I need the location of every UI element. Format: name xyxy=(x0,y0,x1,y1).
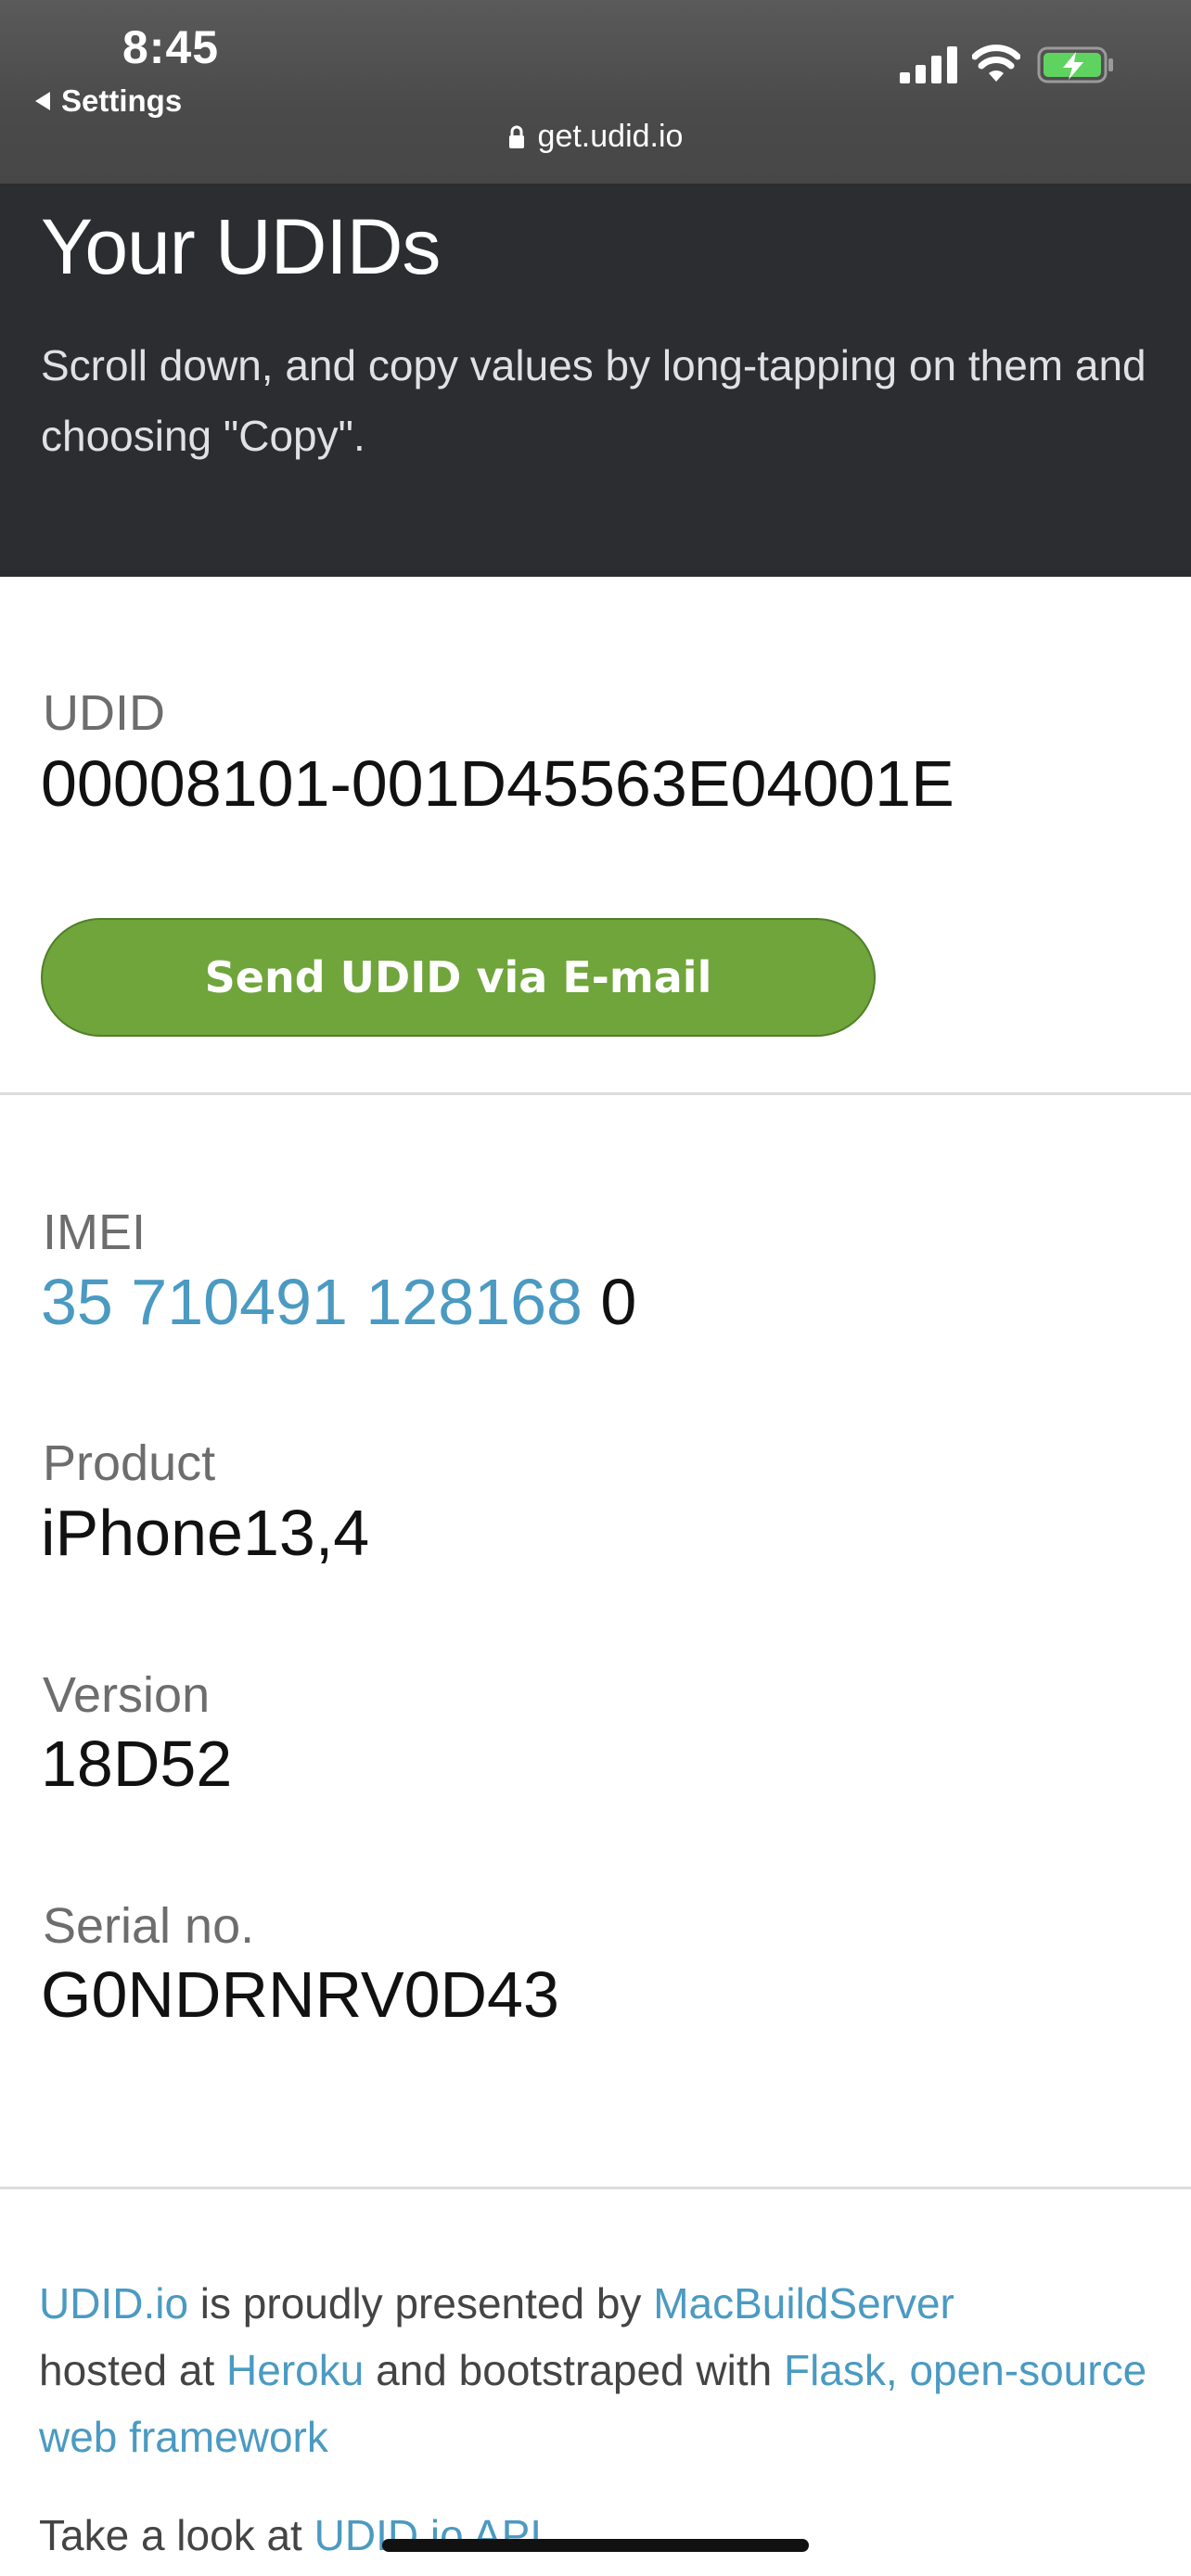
url-text: get.udid.io xyxy=(537,119,684,154)
status-time: 8:45 xyxy=(122,21,220,73)
address-bar[interactable]: get.udid.io xyxy=(0,119,1191,155)
imei-check-digit: 0 xyxy=(600,1266,637,1338)
product-value[interactable]: iPhone13,4 xyxy=(41,1496,369,1570)
footer-divider xyxy=(0,2187,1191,2189)
version-label: Version xyxy=(43,1667,211,1723)
serial-label: Serial no. xyxy=(43,1898,255,1954)
serial-value[interactable]: G0NDRNRV0D43 xyxy=(41,1958,559,2032)
battery-charging-icon xyxy=(1037,46,1113,83)
udid-io-api-link[interactable]: UDID.io API xyxy=(314,2511,542,2559)
cellular-signal-icon xyxy=(900,46,957,83)
back-to-settings-link[interactable]: Settings xyxy=(35,83,182,119)
wifi-icon xyxy=(972,45,1020,82)
udid-io-link[interactable]: UDID.io xyxy=(39,2279,188,2327)
footer-api-line: Take a look at UDID.io API xyxy=(39,2502,1152,2569)
footer-api-text: Take a look at xyxy=(39,2511,314,2559)
imei-value: 35 710491 128168 0 xyxy=(41,1265,636,1339)
status-bar: 8:45 Settings get.udid.io xyxy=(0,0,1191,184)
udid-value[interactable]: 00008101-001D45563E04001E xyxy=(41,746,954,821)
footer-bootstraped-text: and bootstraped with xyxy=(364,2346,784,2394)
imei-phone-link[interactable]: 35 710491 128168 xyxy=(41,1266,583,1338)
back-arrow-icon xyxy=(35,92,50,110)
page-subtitle: Scroll down, and copy values by long-tap… xyxy=(41,341,1146,460)
back-link-label: Settings xyxy=(61,83,183,118)
footer: UDID.io is proudly presented by MacBuild… xyxy=(39,2270,1152,2569)
product-label: Product xyxy=(43,1435,216,1491)
send-udid-email-button[interactable]: Send UDID via E-mail xyxy=(41,918,876,1037)
home-indicator xyxy=(382,2539,809,2552)
page-title: Your UDIDs xyxy=(41,203,441,290)
udid-label: UDID xyxy=(43,685,165,741)
heroku-link[interactable]: Heroku xyxy=(226,2346,364,2394)
lock-icon xyxy=(508,125,524,148)
section-divider xyxy=(0,1092,1191,1095)
footer-credits: UDID.io is proudly presented by MacBuild… xyxy=(39,2270,1152,2470)
imei-label: IMEI xyxy=(43,1205,147,1260)
footer-presented-text: is proudly presented by xyxy=(188,2279,654,2327)
footer-hosted-text: hosted at xyxy=(39,2346,227,2394)
version-value[interactable]: 18D52 xyxy=(41,1727,232,1801)
macbuildserver-link[interactable]: MacBuildServer xyxy=(653,2279,954,2327)
page-header: Your UDIDs Scroll down, and copy values … xyxy=(0,184,1191,577)
